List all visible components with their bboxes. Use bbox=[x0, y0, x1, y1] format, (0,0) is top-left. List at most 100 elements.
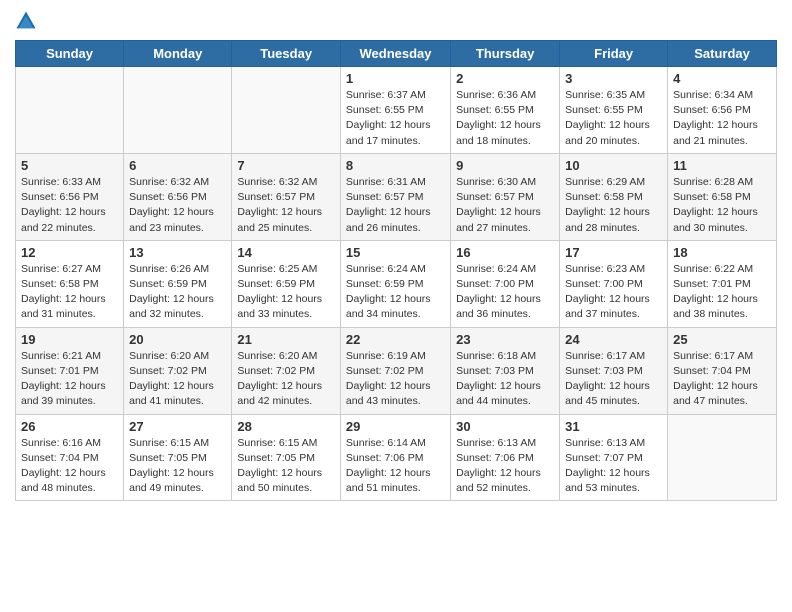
calendar-day-cell: 15Sunrise: 6:24 AM Sunset: 6:59 PM Dayli… bbox=[340, 240, 450, 327]
calendar-day-cell: 5 Sunrise: 6:33 AM Sunset: 6:56 PM Daylig… bbox=[16, 153, 124, 240]
day-info: Sunrise: 6:37 AM Sunset: 6:55 PM Dayligh… bbox=[346, 88, 445, 149]
day-number: 6 bbox=[129, 158, 226, 173]
logo-icon bbox=[15, 10, 37, 32]
day-info: Sunrise: 6:18 AM Sunset: 7:03 PM Dayligh… bbox=[456, 349, 554, 410]
day-number: 17 bbox=[565, 245, 662, 260]
day-info: Sunrise: 6:30 AM Sunset: 6:57 PM Dayligh… bbox=[456, 175, 554, 236]
day-number: 8 bbox=[346, 158, 445, 173]
calendar-day-cell: 24Sunrise: 6:17 AM Sunset: 7:03 PM Dayli… bbox=[560, 327, 668, 414]
day-number: 13 bbox=[129, 245, 226, 260]
day-number: 16 bbox=[456, 245, 554, 260]
day-number: 15 bbox=[346, 245, 445, 260]
day-number: 25 bbox=[673, 332, 771, 347]
day-number: 10 bbox=[565, 158, 662, 173]
day-info: Sunrise: 6:26 AM Sunset: 6:59 PM Dayligh… bbox=[129, 262, 226, 323]
calendar-day-cell: 14 Sunrise: 6:25 AM Sunset: 6:59 PM Dayli… bbox=[232, 240, 341, 327]
calendar-day-cell: 27 Sunrise: 6:15 AM Sunset: 7:05 PM Dayli… bbox=[124, 414, 232, 501]
calendar-day-cell: 19 Sunrise: 6:21 AM Sunset: 7:01 PM Dayli… bbox=[16, 327, 124, 414]
calendar-day-cell: 26 Sunrise: 6:16 AM Sunset: 7:04 PM Dayli… bbox=[16, 414, 124, 501]
calendar-day-cell: 1 Sunrise: 6:37 AM Sunset: 6:55 PM Daylig… bbox=[340, 67, 450, 154]
day-info: Sunrise: 6:36 AM Sunset: 6:55 PM Dayligh… bbox=[456, 88, 554, 149]
day-number: 29 bbox=[346, 419, 445, 434]
calendar-day-cell: 4 Sunrise: 6:34 AM Sunset: 6:56 PM Daylig… bbox=[668, 67, 777, 154]
calendar-day-cell: 30 Sunrise: 6:13 AM Sunset: 7:06 PM Dayli… bbox=[451, 414, 560, 501]
day-number: 1 bbox=[346, 71, 445, 86]
weekday-header: Wednesday bbox=[340, 41, 450, 67]
calendar-day-cell: 10 Sunrise: 6:29 AM Sunset: 6:58 PM Dayli… bbox=[560, 153, 668, 240]
day-info: Sunrise: 6:20 AM Sunset: 7:02 PM Dayligh… bbox=[237, 349, 335, 410]
day-info: Sunrise: 6:25 AM Sunset: 6:59 PM Dayligh… bbox=[237, 262, 335, 323]
day-number: 3 bbox=[565, 71, 662, 86]
header bbox=[15, 10, 777, 32]
calendar-day-cell: 20Sunrise: 6:20 AM Sunset: 7:02 PM Dayli… bbox=[124, 327, 232, 414]
day-number: 2 bbox=[456, 71, 554, 86]
calendar-day-cell: 9 Sunrise: 6:30 AM Sunset: 6:57 PM Daylig… bbox=[451, 153, 560, 240]
weekday-header: Friday bbox=[560, 41, 668, 67]
day-info: Sunrise: 6:19 AM Sunset: 7:02 PM Dayligh… bbox=[346, 349, 445, 410]
day-number: 12 bbox=[21, 245, 118, 260]
calendar-day-cell: 3 Sunrise: 6:35 AM Sunset: 6:55 PM Daylig… bbox=[560, 67, 668, 154]
calendar-day-cell: 29 Sunrise: 6:14 AM Sunset: 7:06 PM Dayli… bbox=[340, 414, 450, 501]
weekday-header: Sunday bbox=[16, 41, 124, 67]
day-number: 5 bbox=[21, 158, 118, 173]
day-info: Sunrise: 6:31 AM Sunset: 6:57 PM Dayligh… bbox=[346, 175, 445, 236]
weekday-header: Monday bbox=[124, 41, 232, 67]
day-info: Sunrise: 6:34 AM Sunset: 6:56 PM Dayligh… bbox=[673, 88, 771, 149]
day-info: Sunrise: 6:17 AM Sunset: 7:04 PM Dayligh… bbox=[673, 349, 771, 410]
day-info: Sunrise: 6:29 AM Sunset: 6:58 PM Dayligh… bbox=[565, 175, 662, 236]
day-number: 27 bbox=[129, 419, 226, 434]
day-info: Sunrise: 6:15 AM Sunset: 7:05 PM Dayligh… bbox=[129, 436, 226, 497]
calendar-day-cell bbox=[124, 67, 232, 154]
calendar-day-cell: 13 Sunrise: 6:26 AM Sunset: 6:59 PM Dayli… bbox=[124, 240, 232, 327]
calendar-day-cell: 2 Sunrise: 6:36 AM Sunset: 6:55 PM Daylig… bbox=[451, 67, 560, 154]
calendar-day-cell: 6Sunrise: 6:32 AM Sunset: 6:56 PM Daylig… bbox=[124, 153, 232, 240]
calendar-day-cell bbox=[16, 67, 124, 154]
calendar-week-row: 26 Sunrise: 6:16 AM Sunset: 7:04 PM Dayli… bbox=[16, 414, 777, 501]
header-row: SundayMondayTuesdayWednesdayThursdayFrid… bbox=[16, 41, 777, 67]
calendar-day-cell: 8 Sunrise: 6:31 AM Sunset: 6:57 PM Daylig… bbox=[340, 153, 450, 240]
day-info: Sunrise: 6:15 AM Sunset: 7:05 PM Dayligh… bbox=[237, 436, 335, 497]
day-number: 26 bbox=[21, 419, 118, 434]
calendar-day-cell: 16 Sunrise: 6:24 AM Sunset: 7:00 PM Dayli… bbox=[451, 240, 560, 327]
day-info: Sunrise: 6:21 AM Sunset: 7:01 PM Dayligh… bbox=[21, 349, 118, 410]
weekday-header: Thursday bbox=[451, 41, 560, 67]
day-number: 24 bbox=[565, 332, 662, 347]
day-number: 7 bbox=[237, 158, 335, 173]
day-info: Sunrise: 6:14 AM Sunset: 7:06 PM Dayligh… bbox=[346, 436, 445, 497]
day-number: 4 bbox=[673, 71, 771, 86]
calendar-day-cell: 21 Sunrise: 6:20 AM Sunset: 7:02 PM Dayli… bbox=[232, 327, 341, 414]
day-number: 31 bbox=[565, 419, 662, 434]
day-number: 19 bbox=[21, 332, 118, 347]
calendar-day-cell bbox=[232, 67, 341, 154]
day-number: 14 bbox=[237, 245, 335, 260]
day-info: Sunrise: 6:13 AM Sunset: 7:07 PM Dayligh… bbox=[565, 436, 662, 497]
day-info: Sunrise: 6:16 AM Sunset: 7:04 PM Dayligh… bbox=[21, 436, 118, 497]
calendar-day-cell: 22 Sunrise: 6:19 AM Sunset: 7:02 PM Dayli… bbox=[340, 327, 450, 414]
day-number: 23 bbox=[456, 332, 554, 347]
calendar-week-row: 19 Sunrise: 6:21 AM Sunset: 7:01 PM Dayli… bbox=[16, 327, 777, 414]
calendar-table: SundayMondayTuesdayWednesdayThursdayFrid… bbox=[15, 40, 777, 501]
calendar-day-cell: 18 Sunrise: 6:22 AM Sunset: 7:01 PM Dayli… bbox=[668, 240, 777, 327]
day-info: Sunrise: 6:24 AM Sunset: 7:00 PM Dayligh… bbox=[456, 262, 554, 323]
day-number: 28 bbox=[237, 419, 335, 434]
calendar-day-cell: 31 Sunrise: 6:13 AM Sunset: 7:07 PM Dayli… bbox=[560, 414, 668, 501]
day-number: 20 bbox=[129, 332, 226, 347]
day-info: Sunrise: 6:27 AM Sunset: 6:58 PM Dayligh… bbox=[21, 262, 118, 323]
day-number: 18 bbox=[673, 245, 771, 260]
day-info: Sunrise: 6:35 AM Sunset: 6:55 PM Dayligh… bbox=[565, 88, 662, 149]
calendar-day-cell: 7 Sunrise: 6:32 AM Sunset: 6:57 PM Daylig… bbox=[232, 153, 341, 240]
day-number: 21 bbox=[237, 332, 335, 347]
day-info: Sunrise: 6:22 AM Sunset: 7:01 PM Dayligh… bbox=[673, 262, 771, 323]
calendar-day-cell: 25 Sunrise: 6:17 AM Sunset: 7:04 PM Dayli… bbox=[668, 327, 777, 414]
calendar-day-cell: 28 Sunrise: 6:15 AM Sunset: 7:05 PM Dayli… bbox=[232, 414, 341, 501]
day-info: Sunrise: 6:32 AM Sunset: 6:57 PM Dayligh… bbox=[237, 175, 335, 236]
day-info: Sunrise: 6:13 AM Sunset: 7:06 PM Dayligh… bbox=[456, 436, 554, 497]
day-number: 9 bbox=[456, 158, 554, 173]
day-number: 22 bbox=[346, 332, 445, 347]
day-info: Sunrise: 6:28 AM Sunset: 6:58 PM Dayligh… bbox=[673, 175, 771, 236]
day-number: 30 bbox=[456, 419, 554, 434]
calendar-week-row: 5 Sunrise: 6:33 AM Sunset: 6:56 PM Daylig… bbox=[16, 153, 777, 240]
day-info: Sunrise: 6:33 AM Sunset: 6:56 PM Dayligh… bbox=[21, 175, 118, 236]
calendar-week-row: 12 Sunrise: 6:27 AM Sunset: 6:58 PM Dayli… bbox=[16, 240, 777, 327]
calendar-day-cell bbox=[668, 414, 777, 501]
